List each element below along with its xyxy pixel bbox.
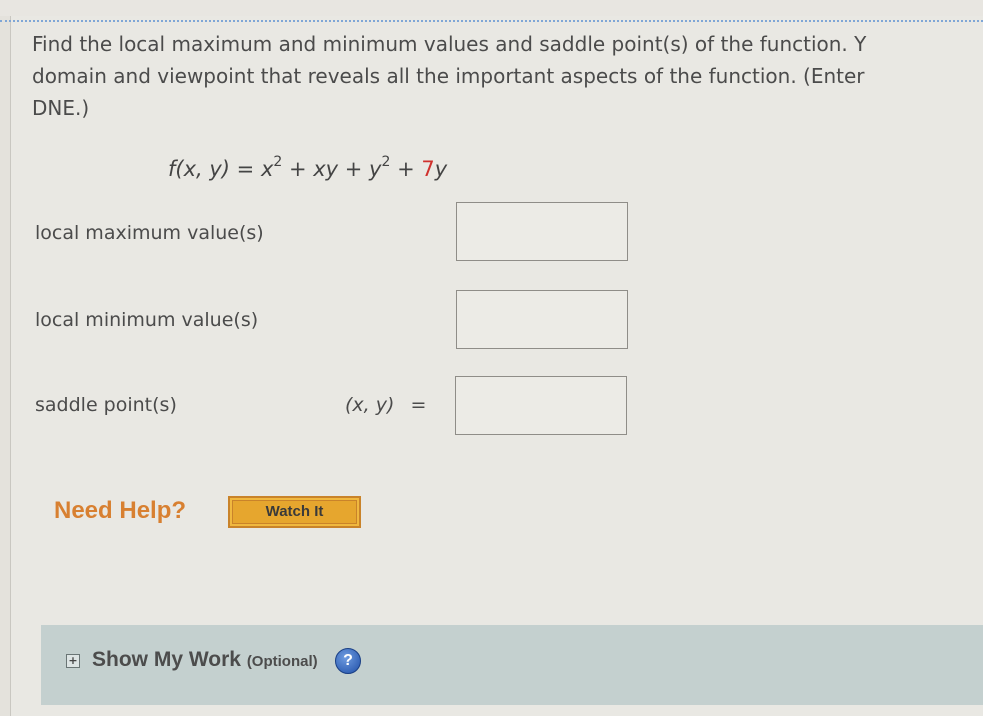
xy-prefix: (x, y)	[345, 394, 395, 416]
question-line-2: domain and viewpoint that reveals all th…	[32, 64, 865, 88]
formula-y: y	[369, 157, 382, 181]
formula-coefficient: 7	[421, 157, 435, 181]
formula-lhs: f(x, y) =	[168, 157, 261, 181]
local-min-label: local minimum value(s)	[35, 309, 259, 331]
local-min-input[interactable]	[456, 290, 628, 349]
formula-mid: + xy +	[282, 157, 370, 181]
show-my-work-label[interactable]: Show My Work (Optional)	[92, 648, 318, 672]
saddle-xy-label: (x, y) =	[345, 394, 426, 416]
question-text: Find the local maximum and minimum value…	[32, 28, 983, 124]
saddle-input[interactable]	[455, 376, 627, 435]
function-formula: f(x, y) = x2 + xy + y2 + 7y	[168, 154, 448, 181]
local-max-label: local maximum value(s)	[35, 222, 264, 244]
optional-text: (Optional)	[246, 653, 318, 670]
formula-var: y	[434, 157, 448, 181]
watch-it-button[interactable]: Watch It	[228, 496, 361, 528]
question-line-1: Find the local maximum and minimum value…	[32, 32, 867, 56]
top-strip	[0, 0, 983, 16]
formula-plus: +	[390, 157, 422, 181]
need-help-label: Need Help?	[54, 497, 187, 524]
saddle-label: saddle point(s)	[35, 394, 177, 416]
show-my-work-text: Show My Work	[92, 648, 241, 671]
expand-plus-icon[interactable]: +	[66, 654, 80, 668]
question-line-3: DNE.)	[32, 96, 90, 120]
formula-x: x	[260, 157, 274, 181]
formula-x-exp: 2	[273, 154, 283, 170]
xy-equals: =	[410, 394, 427, 416]
help-question-icon[interactable]: ?	[335, 648, 361, 674]
local-max-input[interactable]	[456, 202, 628, 261]
dotted-divider	[0, 20, 983, 22]
formula-y-exp: 2	[381, 154, 391, 170]
